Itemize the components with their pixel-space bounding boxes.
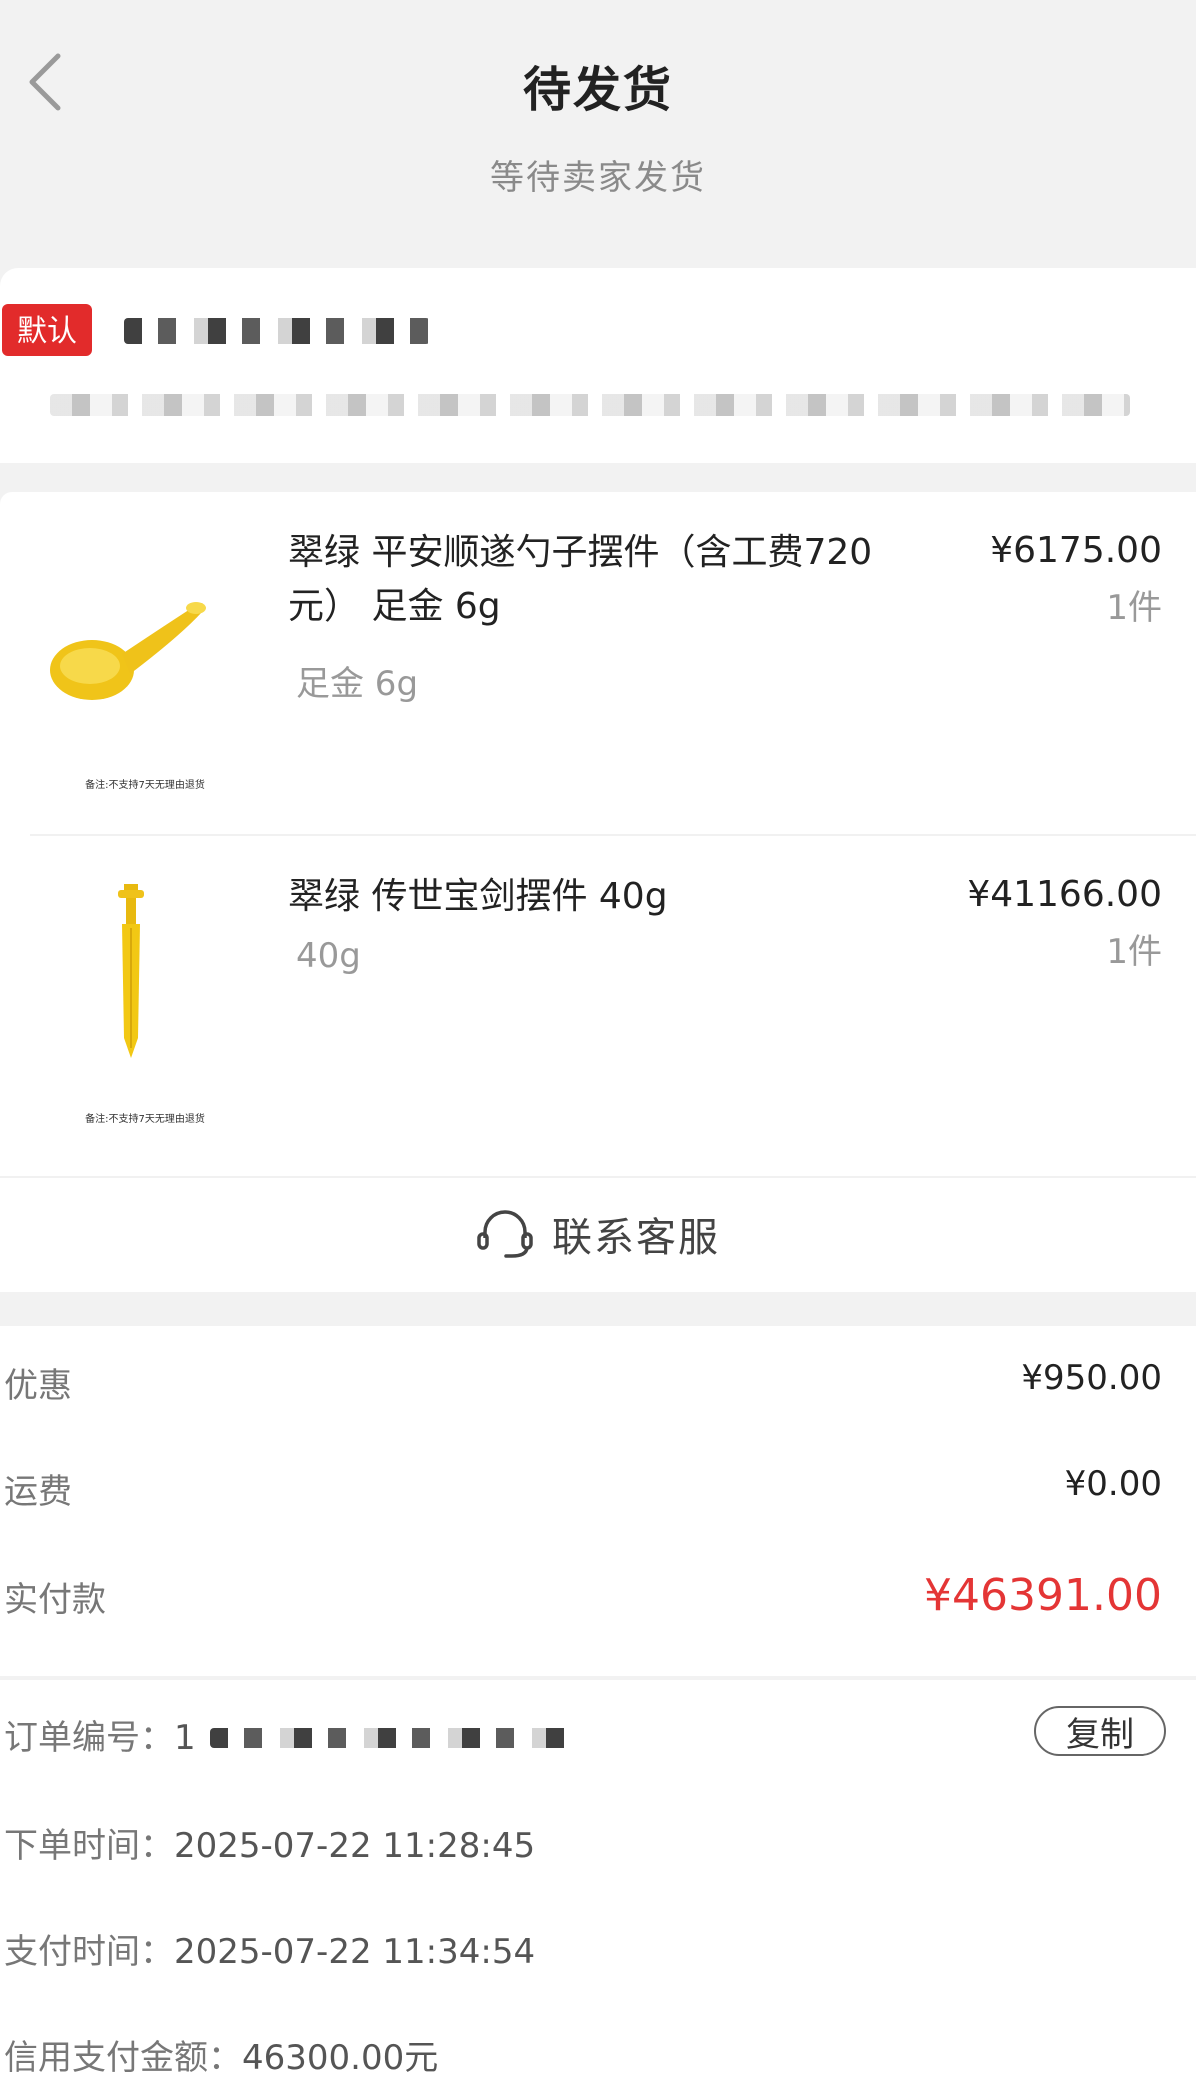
address-card[interactable] xyxy=(0,268,1196,463)
shipping-label: 运费 xyxy=(4,1472,72,1512)
paid-amount-value: ¥46391.00 xyxy=(924,1570,1162,1621)
product-quantity: 1件 xyxy=(1106,932,1162,972)
credit-payment-value: 46300.00元 xyxy=(242,2038,439,2078)
shipping-value: ¥0.00 xyxy=(1064,1464,1162,1504)
gold-spoon-icon xyxy=(50,602,206,700)
address-detail-redacted xyxy=(50,394,1130,416)
product-spec: 40g xyxy=(296,936,361,976)
product-name: 翠绿 传世宝剑摆件 40g xyxy=(288,876,668,917)
payment-time-row: 支付时间：2025-07-22 11:34:54 xyxy=(4,1924,535,1973)
order-number-redacted xyxy=(210,1728,572,1748)
order-time-value: 2025-07-22 11:28:45 xyxy=(174,1826,536,1866)
credit-payment-label: 信用支付金额： xyxy=(4,2038,242,2078)
page-header: 待发货 等待卖家发货 xyxy=(0,0,1196,265)
status-subtitle: 等待卖家发货 xyxy=(490,158,706,198)
credit-payment-row: 信用支付金额：46300.00元 xyxy=(4,2030,438,2079)
payment-time-label: 支付时间： xyxy=(4,1932,174,1972)
product-image: 备注:不支持7天无理由退货 xyxy=(30,866,260,1125)
product-quantity: 1件 xyxy=(1106,588,1162,628)
page-title: 待发货 xyxy=(522,62,673,118)
headset-icon xyxy=(477,1210,533,1258)
order-number-row: 订单编号：1 xyxy=(4,1710,196,1759)
contact-service-button[interactable]: 联系客服 xyxy=(0,1176,1196,1292)
recipient-name-redacted xyxy=(124,318,430,344)
copy-order-number-button[interactable]: 复制 xyxy=(1034,1706,1166,1756)
image-note: 备注:不支持7天无理由退货 xyxy=(85,780,205,791)
product-spec: 足金 6g xyxy=(296,664,419,704)
order-time-row: 下单时间：2025-07-22 11:28:45 xyxy=(4,1818,535,1867)
product-image: 备注:不支持7天无理由退货 xyxy=(30,532,260,791)
product-item[interactable]: 备注:不支持7天无理由退货 翠绿 平安顺遂勺子摆件（含工费720元） 足金 6g… xyxy=(0,492,1196,832)
payment-summary-card xyxy=(0,1326,1196,1676)
contact-service-label: 联系客服 xyxy=(552,1215,720,1261)
order-number-label: 订单编号： xyxy=(4,1718,174,1758)
product-price: ¥41166.00 xyxy=(967,874,1162,915)
product-item[interactable]: 备注:不支持7天无理由退货 翠绿 传世宝剑摆件 40g 40g ¥41166.0… xyxy=(0,836,1196,1176)
product-price: ¥6175.00 xyxy=(990,530,1162,571)
discount-value: ¥950.00 xyxy=(1021,1358,1162,1398)
gold-sword-icon xyxy=(118,884,144,1058)
product-name: 翠绿 平安顺遂勺子摆件（含工费720元） 足金 6g xyxy=(288,532,873,627)
order-time-label: 下单时间： xyxy=(4,1826,174,1866)
image-note: 备注:不支持7天无理由退货 xyxy=(85,1114,205,1125)
default-address-badge: 默认 xyxy=(2,304,92,352)
discount-label: 优惠 xyxy=(4,1366,72,1406)
payment-time-value: 2025-07-22 11:34:54 xyxy=(174,1932,536,1972)
order-number-value: 1 xyxy=(174,1718,196,1758)
paid-amount-label: 实付款 xyxy=(4,1580,106,1620)
